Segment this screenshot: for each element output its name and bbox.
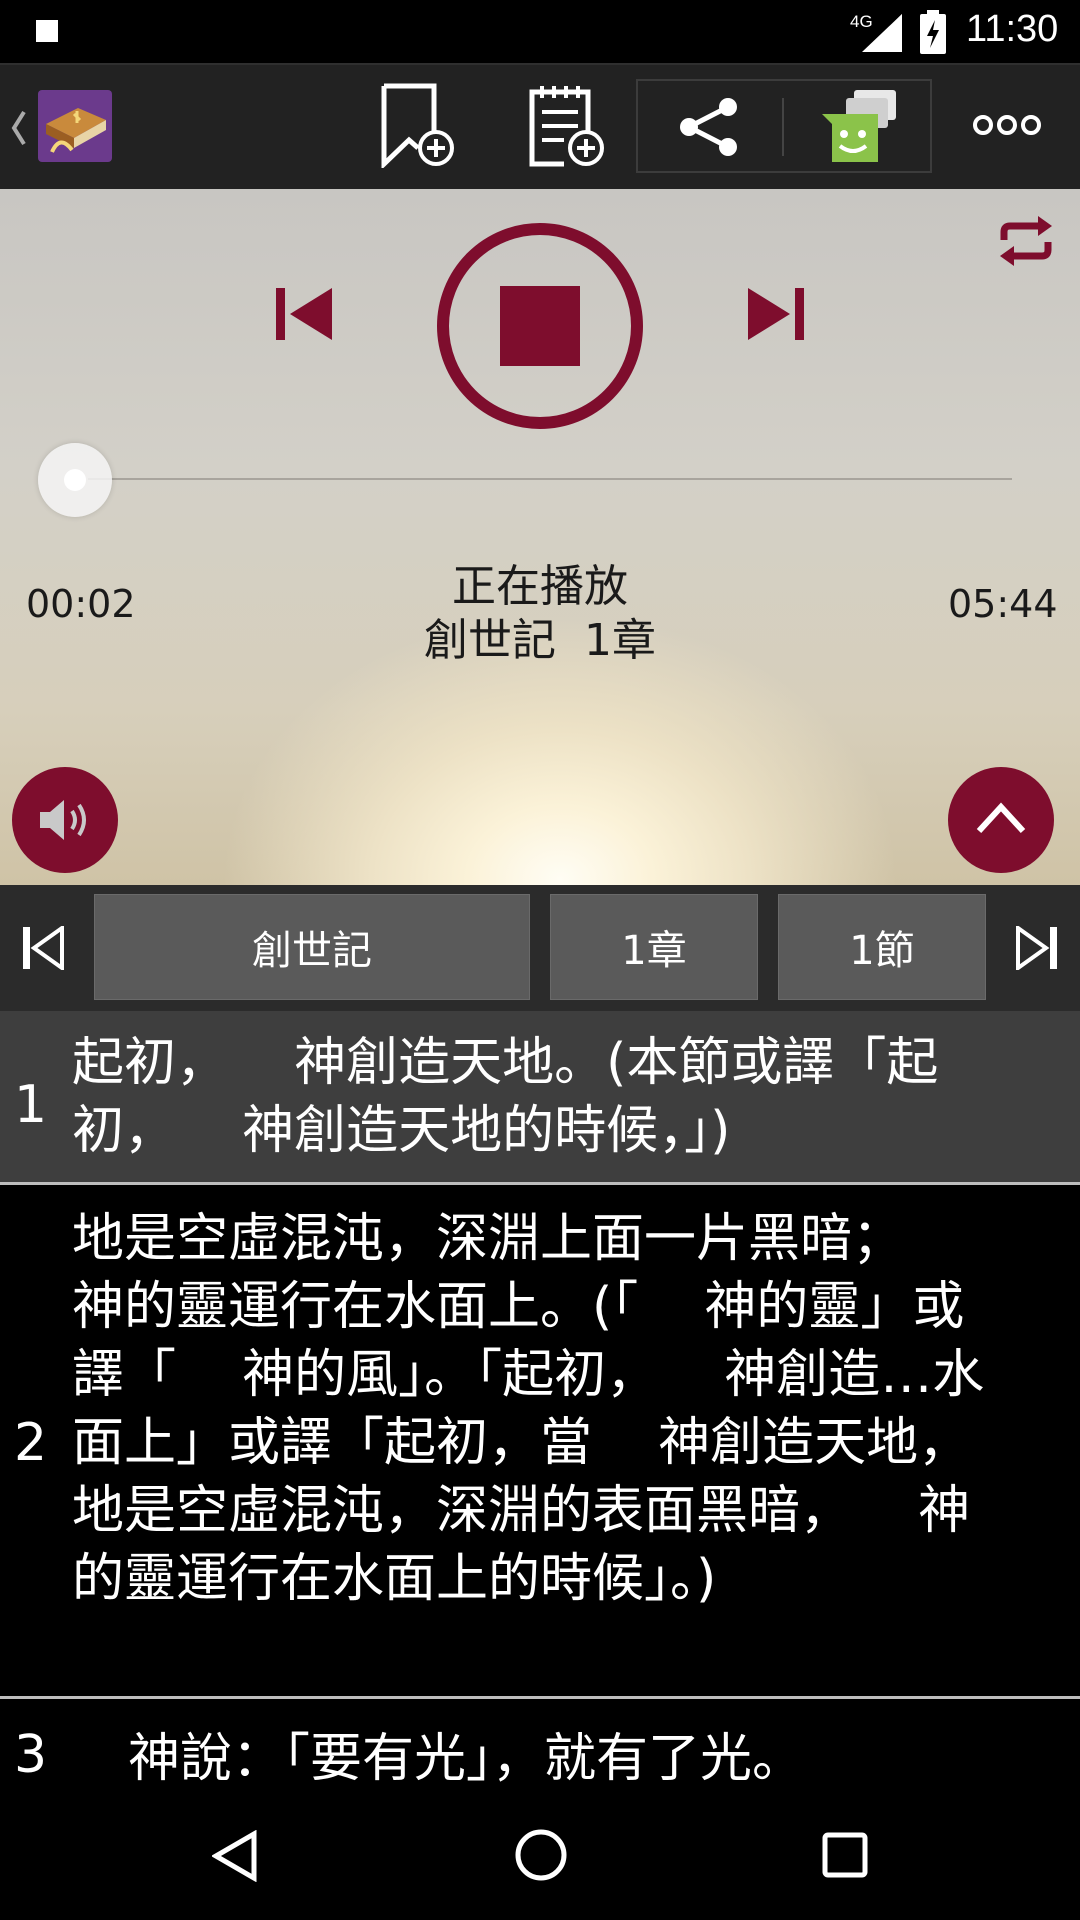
- expand-up-button[interactable]: [948, 767, 1054, 873]
- bookmark-add-icon[interactable]: [378, 82, 458, 168]
- notification-icon: [36, 20, 58, 42]
- book-select-button[interactable]: 創世記: [94, 894, 530, 1000]
- signal-icon: [862, 14, 902, 52]
- verse-row-highlighted[interactable]: 1 起初， 神創造天地。(本節或譯「起初， 神創造天地的時候，」): [0, 1011, 1080, 1182]
- chapter-select-button[interactable]: 1章: [550, 894, 758, 1000]
- verse-text: 地是空虛混沌，深淵上面一片黑暗； 神的靈運行在水面上。(「 神的靈」或譯「 神的…: [72, 1209, 985, 1609]
- verse-select-button[interactable]: 1節: [778, 894, 986, 1000]
- clock: 11:30: [966, 8, 1059, 50]
- status-bar: 4G 11:30: [0, 0, 1080, 63]
- battery-icon: [920, 10, 946, 54]
- system-nav-bar: [0, 1800, 1080, 1920]
- stop-button[interactable]: [434, 220, 646, 432]
- verse-number: 1: [14, 1075, 48, 1135]
- back-chevron-icon[interactable]: [10, 108, 28, 148]
- volume-button[interactable]: [12, 767, 118, 873]
- chevron-up-icon: [976, 802, 1026, 834]
- divider: [782, 98, 784, 156]
- nav-home-icon[interactable]: [514, 1828, 568, 1882]
- verse-row[interactable]: 3 神說：「要有光」，就有了光。: [0, 1699, 1080, 1800]
- now-playing-title: 創世記 1章: [424, 615, 656, 666]
- seek-thumb-center: [64, 469, 86, 491]
- volume-icon: [40, 800, 86, 840]
- skip-previous-icon[interactable]: [276, 288, 332, 340]
- nav-back-icon[interactable]: [212, 1830, 258, 1882]
- note-add-icon[interactable]: [526, 82, 606, 168]
- verse-number: 3: [14, 1725, 48, 1785]
- share-icon[interactable]: [678, 96, 740, 158]
- verse-row[interactable]: 2 地是空虛混沌，深淵上面一片黑暗； 神的靈運行在水面上。(「 神的靈」或譯「 …: [0, 1185, 1080, 1696]
- bible-app-icon[interactable]: [38, 90, 112, 162]
- skip-next-icon[interactable]: [748, 288, 804, 340]
- seek-track[interactable]: [88, 478, 1012, 480]
- messenger-icon[interactable]: [820, 88, 900, 164]
- nav-recents-icon[interactable]: [822, 1832, 868, 1878]
- repeat-icon[interactable]: [996, 214, 1056, 268]
- verse-text: 神說：「要有光」，就有了光。: [128, 1729, 805, 1789]
- next-chapter-icon[interactable]: [1016, 926, 1058, 970]
- verse-number: 2: [14, 1413, 48, 1473]
- more-icon[interactable]: [972, 114, 1042, 136]
- previous-chapter-icon[interactable]: [22, 926, 64, 970]
- verse-text: 起初， 神創造天地。(本節或譯「起初， 神創造天地的時候，」): [72, 1033, 939, 1161]
